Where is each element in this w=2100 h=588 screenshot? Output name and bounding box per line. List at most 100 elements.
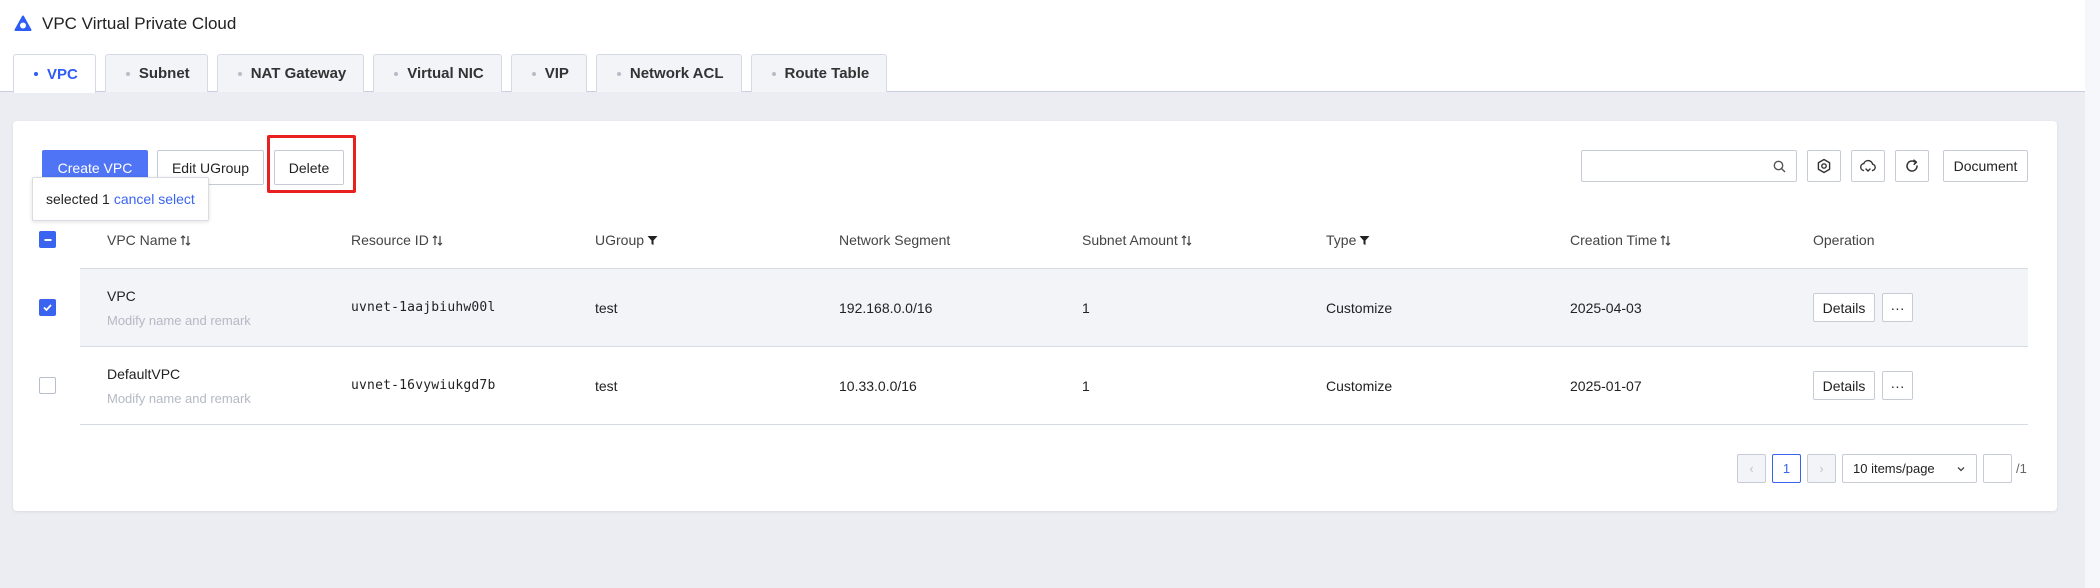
subnet-amount-cell: 1 — [1082, 299, 1090, 316]
next-page-button[interactable]: › — [1807, 454, 1836, 483]
column-resource-id[interactable]: Resource ID — [351, 211, 443, 268]
tab-label: Route Table — [784, 65, 870, 82]
row-checkbox[interactable] — [39, 299, 56, 316]
column-label: Subnet Amount — [1082, 231, 1178, 248]
search-input[interactable] — [1582, 151, 1762, 181]
tab-label: VIP — [544, 65, 569, 82]
column-subnet-amount[interactable]: Subnet Amount — [1082, 211, 1192, 268]
column-label: Network Segment — [839, 231, 951, 248]
resource-id-cell: uvnet-16vywiukgd7b — [351, 378, 496, 393]
selection-prefix: selected — [46, 191, 99, 207]
tab-label: Subnet — [138, 65, 190, 82]
modify-name-link[interactable]: Modify name and remark — [107, 313, 251, 328]
tab-label: VPC — [47, 65, 78, 83]
column-vpc-name[interactable]: VPC Name — [107, 211, 191, 268]
search-icon[interactable] — [1773, 160, 1786, 173]
type-cell: Customize — [1326, 299, 1393, 316]
chevron-down-icon — [1957, 466, 1965, 471]
tab-dot-icon — [531, 71, 536, 76]
column-network-segment: Network Segment — [839, 211, 950, 268]
sort-icon[interactable] — [1181, 234, 1192, 246]
column-creation-time[interactable]: Creation Time — [1570, 211, 1671, 268]
more-actions-button[interactable]: ··· — [1882, 371, 1913, 400]
tab-dot-icon — [237, 71, 242, 76]
row-checkbox[interactable] — [39, 377, 56, 394]
column-operation: Operation — [1813, 211, 1874, 268]
delete-button[interactable]: Delete — [274, 150, 344, 185]
details-button[interactable]: Details — [1813, 293, 1875, 322]
operation-cell: Details ··· — [1813, 269, 1913, 346]
cloud-triangle-logo-icon — [14, 15, 32, 31]
column-label: Creation Time — [1570, 231, 1658, 248]
vpc-table: VPC Name Resource ID UGroup Network Segm… — [39, 211, 2028, 425]
sort-icon[interactable] — [432, 234, 443, 246]
filter-icon[interactable] — [647, 235, 658, 246]
select-all-checkbox[interactable] — [39, 231, 56, 248]
tab-label: Virtual NIC — [407, 65, 484, 82]
cloud-sync-button[interactable] — [1851, 150, 1885, 182]
vpc-name-cell: VPC Modify name and remark — [107, 269, 251, 346]
top-header: VPC Virtual Private Cloud VPC Subnet NAT… — [0, 0, 2085, 93]
search-box — [1581, 150, 1797, 182]
details-button[interactable]: Details — [1813, 371, 1875, 400]
tab-nat-gateway[interactable]: NAT Gateway — [216, 54, 365, 92]
tab-label: Network ACL — [629, 65, 724, 82]
creation-time-cell: 2025-01-07 — [1570, 377, 1642, 394]
modify-name-link[interactable]: Modify name and remark — [107, 391, 251, 406]
prev-page-button[interactable]: ‹ — [1737, 454, 1766, 483]
tab-dot-icon — [34, 72, 38, 76]
tab-bar: VPC Subnet NAT Gateway Virtual NIC VIP N… — [13, 54, 888, 93]
column-label: VPC Name — [107, 231, 178, 248]
vpc-name[interactable]: DefaultVPC — [107, 366, 251, 382]
tab-subnet[interactable]: Subnet — [104, 54, 208, 92]
page-size-value: 10 items/page — [1853, 461, 1935, 476]
sort-icon[interactable] — [1660, 234, 1671, 246]
settings-button[interactable] — [1807, 150, 1841, 182]
page-total: /1 — [2016, 461, 2027, 476]
ugroup-cell: test — [595, 299, 618, 316]
column-label: Type — [1326, 231, 1357, 248]
sort-icon[interactable] — [180, 234, 191, 246]
check-icon — [43, 304, 52, 312]
table-row[interactable]: DefaultVPC Modify name and remark uvnet-… — [39, 347, 2028, 425]
tab-network-acl[interactable]: Network ACL — [595, 54, 742, 92]
refresh-button[interactable] — [1895, 150, 1929, 182]
minus-icon — [44, 238, 51, 241]
tab-vip[interactable]: VIP — [510, 54, 587, 92]
network-segment-cell: 192.168.0.0/16 — [839, 299, 933, 316]
vpc-name-cell: DefaultVPC Modify name and remark — [107, 347, 251, 424]
document-button[interactable]: Document — [1943, 150, 2028, 182]
column-label: Operation — [1813, 231, 1875, 248]
tab-dot-icon — [771, 71, 776, 76]
cancel-select-link[interactable]: cancel select — [114, 191, 195, 207]
filter-icon[interactable] — [1359, 235, 1370, 246]
tab-route-table[interactable]: Route Table — [750, 54, 888, 92]
table-header: VPC Name Resource ID UGroup Network Segm… — [39, 211, 2028, 269]
tab-virtual-nic[interactable]: Virtual NIC — [373, 54, 502, 92]
app-title-row: VPC Virtual Private Cloud — [14, 13, 236, 35]
tab-dot-icon — [125, 71, 130, 76]
creation-time-cell: 2025-04-03 — [1570, 299, 1642, 316]
vpc-name[interactable]: VPC — [107, 288, 251, 304]
column-label: Resource ID — [351, 231, 429, 248]
vpc-list-card: Create VPC Edit UGroup Delete selected 1… — [13, 121, 2057, 511]
tab-dot-icon — [394, 71, 399, 76]
refresh-icon — [1906, 159, 1918, 172]
page-size-select[interactable]: 10 items/page — [1842, 454, 1977, 483]
ugroup-cell: test — [595, 377, 618, 394]
tab-vpc[interactable]: VPC — [13, 54, 96, 93]
operation-cell: Details ··· — [1813, 347, 1913, 424]
page-number-1[interactable]: 1 — [1772, 454, 1801, 483]
page-jump-input[interactable] — [1983, 454, 2012, 483]
column-type[interactable]: Type — [1326, 211, 1370, 268]
cloud-refresh-icon — [1860, 159, 1876, 172]
gear-icon — [1817, 158, 1831, 174]
tab-label: NAT Gateway — [250, 65, 347, 82]
network-segment-cell: 10.33.0.0/16 — [839, 377, 917, 394]
resource-id-cell: uvnet-1aajbiuhw00l — [351, 300, 496, 315]
column-ugroup[interactable]: UGroup — [595, 211, 658, 268]
scrollbar-track[interactable] — [2085, 0, 2100, 588]
table-row[interactable]: VPC Modify name and remark uvnet-1aajbiu… — [39, 269, 2028, 347]
page-title: VPC Virtual Private Cloud — [42, 14, 237, 33]
more-actions-button[interactable]: ··· — [1882, 293, 1913, 322]
